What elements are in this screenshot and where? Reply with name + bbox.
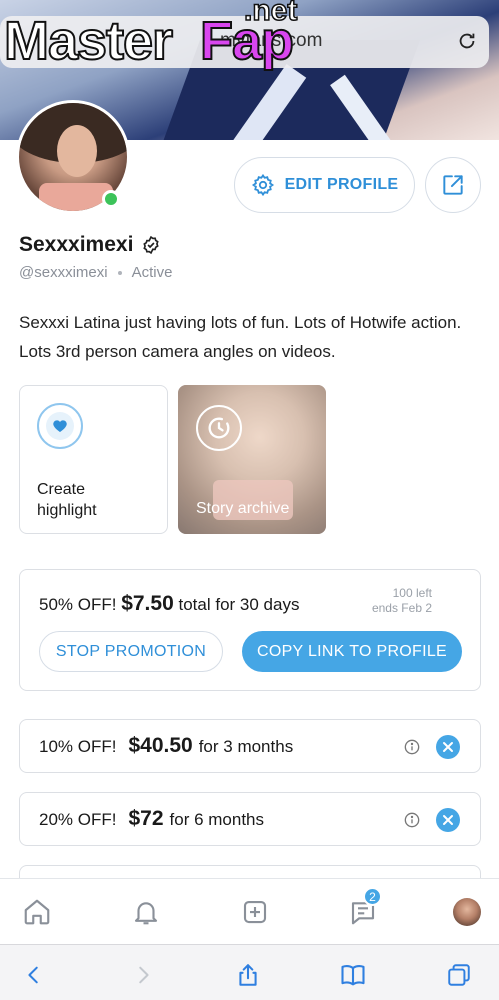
remove-offer-icon[interactable] <box>436 735 460 759</box>
copy-link-button[interactable]: COPY LINK TO PROFILE <box>242 631 462 672</box>
handle-row: @sexxximexi Active <box>19 264 172 281</box>
stop-promotion-button[interactable]: STOP PROMOTION <box>39 631 223 672</box>
online-status-dot <box>102 190 120 208</box>
offer-price: $40.50 <box>128 734 193 757</box>
messages-icon[interactable]: 2 <box>347 887 382 928</box>
home-icon[interactable] <box>21 896 53 928</box>
app-bottom-nav: 2 <box>0 878 499 944</box>
bell-icon[interactable] <box>130 896 162 928</box>
browser-toolbar <box>0 944 499 1000</box>
info-icon[interactable] <box>404 739 420 755</box>
story-archive-label: Story archive <box>196 500 290 517</box>
edit-profile-label: EDIT PROFILE <box>284 176 399 193</box>
reload-icon[interactable] <box>456 30 478 52</box>
offer-period: for 6 months <box>169 810 265 829</box>
share-icon <box>443 175 463 195</box>
story-archive-card[interactable]: Story archive <box>178 385 326 534</box>
edit-profile-button[interactable]: EDIT PROFILE <box>234 157 415 213</box>
profile-name: Sexxximexi <box>19 233 161 257</box>
offer-row: 10% OFF! $40.50 for 3 months <box>19 719 481 773</box>
promotion-terms: total for 30 days <box>178 595 300 614</box>
offer-row: 20% OFF! $72 for 6 months <box>19 792 481 846</box>
profile-bio: Sexxxi Latina just having lots of fun. L… <box>19 313 462 361</box>
separator-dot <box>117 270 122 275</box>
bookmarks-icon[interactable] <box>339 961 367 989</box>
promotion-meta: 100 left ends Feb 2 <box>372 586 432 616</box>
profile-name-text: Sexxximexi <box>19 233 134 256</box>
remove-offer-icon[interactable] <box>436 808 460 832</box>
add-post-icon[interactable] <box>239 896 271 928</box>
promotion-card: 50% OFF! $7.50 total for 30 days 100 lef… <box>19 569 481 691</box>
offer-price: $72 <box>128 807 164 830</box>
back-icon[interactable] <box>20 961 48 989</box>
promotion-price: $7.50 <box>121 592 174 615</box>
offer-period: for 3 months <box>198 737 294 756</box>
promotion-discount: 50% OFF! <box>39 595 117 614</box>
clock-icon <box>196 405 242 451</box>
create-highlight-label: Create highlight <box>37 481 97 519</box>
tabs-icon[interactable] <box>445 961 473 989</box>
gear-icon <box>251 173 274 197</box>
offer-discount: 20% OFF! <box>39 810 117 829</box>
create-highlight-card[interactable]: Create highlight <box>19 385 168 534</box>
highlight-icon <box>37 403 83 449</box>
profile-status: Active <box>131 264 173 281</box>
messages-badge: 2 <box>363 887 382 906</box>
promotion-left: 100 left <box>392 586 432 600</box>
profile-handle: @sexxximexi <box>19 264 108 281</box>
info-icon[interactable] <box>404 812 420 828</box>
forward-icon[interactable] <box>129 961 157 989</box>
offer-discount: 10% OFF! <box>39 737 117 756</box>
promotion-title: 50% OFF! $7.50 total for 30 days <box>39 592 299 616</box>
verified-icon <box>143 235 160 255</box>
share-profile-button[interactable] <box>425 157 481 213</box>
profile-nav-avatar[interactable] <box>451 896 483 928</box>
share-sheet-icon[interactable] <box>234 961 262 989</box>
promotion-ends: ends Feb 2 <box>371 601 432 615</box>
